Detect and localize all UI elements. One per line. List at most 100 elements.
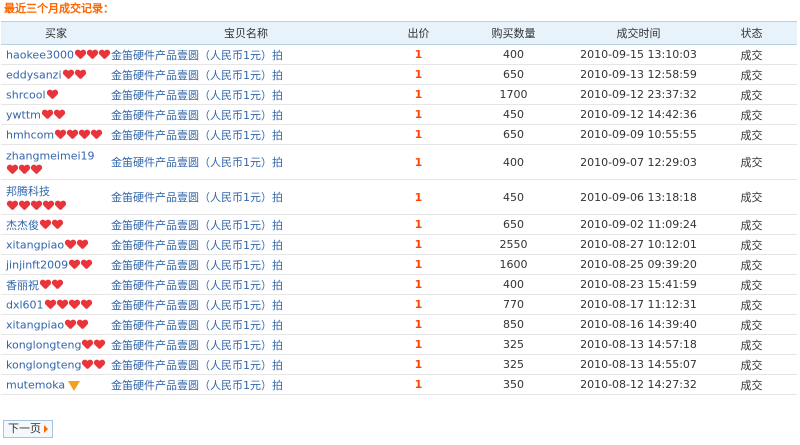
price-value: 1 bbox=[414, 88, 423, 101]
buyer-link[interactable]: haokee3000 bbox=[6, 48, 74, 61]
buyer-link[interactable]: xitangpiao bbox=[6, 318, 64, 331]
item-link[interactable]: 金笛硬件产品壹圆（人民币1元）拍 bbox=[111, 339, 283, 352]
heart-icon bbox=[45, 300, 56, 310]
item-link[interactable]: 金笛硬件产品壹圆（人民币1元）拍 bbox=[111, 109, 283, 122]
buyer-cell: jinjinft2009 bbox=[1, 254, 111, 275]
transaction-time-cell: 2010-09-15 13:10:03 bbox=[571, 44, 706, 65]
item-link[interactable]: 金笛硬件产品壹圆（人民币1元）拍 bbox=[111, 259, 283, 272]
buyer-cell: konglongteng bbox=[1, 354, 111, 375]
price-value: 1 bbox=[414, 48, 423, 61]
buyer-link[interactable]: hmhcom bbox=[6, 128, 54, 141]
item-link[interactable]: 金笛硬件产品壹圆（人民币1元）拍 bbox=[111, 191, 283, 204]
heart-icon bbox=[99, 50, 110, 60]
status-text-cell: 成交 bbox=[706, 314, 797, 335]
item-link[interactable]: 金笛硬件产品壹圆（人民币1元）拍 bbox=[111, 219, 283, 232]
buyer-link[interactable]: mutemoka bbox=[6, 378, 65, 391]
transaction-time: 2010-08-25 09:39:20 bbox=[580, 258, 697, 271]
quantity-value: 2550 bbox=[499, 238, 528, 251]
credit-badges bbox=[74, 50, 110, 60]
buyer-link[interactable]: xitangpiao bbox=[6, 238, 64, 251]
status-text: 成交 bbox=[740, 258, 763, 272]
transaction-time-cell: 2010-09-09 10:55:55 bbox=[571, 124, 706, 145]
item-link[interactable]: 金笛硬件产品壹圆（人民币1元）拍 bbox=[111, 299, 283, 312]
transaction-time-cell: 2010-08-13 14:55:07 bbox=[571, 354, 706, 375]
item-link[interactable]: 金笛硬件产品壹圆（人民币1元）拍 bbox=[111, 49, 283, 62]
buyer-link[interactable]: 香丽祝 bbox=[6, 279, 39, 292]
heart-icon bbox=[55, 130, 66, 140]
price-value-cell: 1 bbox=[381, 294, 456, 315]
item-link[interactable]: 金笛硬件产品壹圆（人民币1元）拍 bbox=[111, 129, 283, 142]
buyer-link[interactable]: konglongteng bbox=[6, 358, 81, 371]
transaction-time: 2010-08-23 15:41:59 bbox=[580, 278, 697, 291]
buyer-cell: xitangpiao bbox=[1, 314, 111, 335]
buyer-link[interactable]: dxl601 bbox=[6, 298, 44, 311]
item-link[interactable]: 金笛硬件产品壹圆（人民币1元）拍 bbox=[111, 319, 283, 332]
transaction-time-cell: 2010-09-06 13:18:18 bbox=[571, 179, 706, 215]
item-link[interactable]: 金笛硬件产品壹圆（人民币1元）拍 bbox=[111, 69, 283, 82]
price-value: 1 bbox=[414, 155, 423, 169]
item-link[interactable]: 金笛硬件产品壹圆（人民币1元）拍 bbox=[111, 359, 283, 372]
buyer-cell: konglongteng bbox=[1, 334, 111, 355]
buyer-link[interactable]: eddysanzi bbox=[6, 68, 62, 81]
quantity-value-cell: 650 bbox=[456, 64, 571, 85]
table-row: mutemoka 金笛硬件产品壹圆（人民币1元）拍 1 350 2010-08-12 1… bbox=[1, 374, 797, 395]
credit-badges bbox=[46, 90, 58, 100]
status-text: 成交 bbox=[740, 358, 763, 372]
item-link[interactable]: 金笛硬件产品壹圆（人民币1元）拍 bbox=[111, 156, 283, 169]
buyer-link[interactable]: jinjinft2009 bbox=[6, 258, 68, 271]
quantity-value: 400 bbox=[503, 48, 524, 61]
transaction-time-cell: 2010-08-25 09:39:20 bbox=[571, 254, 706, 275]
item-cell: 金笛硬件产品壹圆（人民币1元）拍 bbox=[111, 64, 381, 85]
heart-icon bbox=[57, 300, 68, 310]
buyer-cell: 香丽祝 bbox=[1, 274, 111, 295]
heart-icon bbox=[63, 70, 74, 80]
heart-icon bbox=[65, 320, 76, 330]
quantity-value-cell: 325 bbox=[456, 334, 571, 355]
status-text-cell: 成交 bbox=[706, 179, 797, 215]
heart-icon bbox=[52, 220, 63, 230]
status-text: 成交 bbox=[740, 128, 763, 142]
buyer-link[interactable]: 杰杰俊 bbox=[6, 219, 39, 232]
item-link[interactable]: 金笛硬件产品壹圆（人民币1元）拍 bbox=[111, 379, 283, 392]
transaction-time-cell: 2010-08-16 14:39:40 bbox=[571, 314, 706, 335]
item-link[interactable]: 金笛硬件产品壹圆（人民币1元）拍 bbox=[111, 239, 283, 252]
transaction-time: 2010-08-12 14:27:32 bbox=[580, 378, 697, 391]
table-header-row: 买家 宝贝名称 出价 购买数量 成交时间 状态 bbox=[1, 21, 797, 45]
buyer-cell: mutemoka bbox=[1, 374, 111, 395]
quantity-value-cell: 1600 bbox=[456, 254, 571, 275]
table-row: xitangpiao 金笛硬件产品壹圆（人民币1元）拍 1 850 2010-08-16… bbox=[1, 314, 797, 335]
status-text: 成交 bbox=[740, 108, 763, 122]
credit-badges bbox=[39, 220, 63, 230]
transaction-time-cell: 2010-08-12 14:27:32 bbox=[571, 374, 706, 395]
buyer-link[interactable]: konglongteng bbox=[6, 338, 81, 351]
price-value-cell: 1 bbox=[381, 144, 456, 180]
status-text: 成交 bbox=[740, 218, 763, 232]
header-qty: 购买数量 bbox=[456, 21, 571, 45]
quantity-value: 450 bbox=[503, 190, 524, 204]
item-link[interactable]: 金笛硬件产品壹圆（人民币1元）拍 bbox=[111, 89, 283, 102]
price-value-cell: 1 bbox=[381, 334, 456, 355]
transaction-time: 2010-09-13 12:58:59 bbox=[580, 68, 697, 81]
heart-icon bbox=[75, 50, 86, 60]
item-link[interactable]: 金笛硬件产品壹圆（人民币1元）拍 bbox=[111, 279, 283, 292]
next-page-label: 下一页 bbox=[8, 422, 41, 435]
status-text-cell: 成交 bbox=[706, 294, 797, 315]
next-page-button[interactable]: 下一页 bbox=[3, 420, 53, 438]
buyer-link[interactable]: 邦腾科技 bbox=[6, 185, 50, 198]
quantity-value: 850 bbox=[503, 318, 524, 331]
item-cell: 金笛硬件产品壹圆（人民币1元）拍 bbox=[111, 214, 381, 235]
table-row: zhangmeimei19 金笛硬件产品壹圆（人民币1元）拍 1 400 2010-09… bbox=[1, 144, 797, 180]
transaction-time: 2010-08-13 14:55:07 bbox=[580, 358, 697, 371]
item-cell: 金笛硬件产品壹圆（人民币1元）拍 bbox=[111, 104, 381, 125]
buyer-link[interactable]: zhangmeimei19 bbox=[6, 150, 95, 163]
status-text-cell: 成交 bbox=[706, 124, 797, 145]
transaction-time: 2010-09-06 13:18:18 bbox=[580, 190, 697, 204]
quantity-value-cell: 350 bbox=[456, 374, 571, 395]
heart-icon bbox=[75, 70, 86, 80]
quantity-value: 325 bbox=[503, 338, 524, 351]
transaction-time: 2010-09-15 13:10:03 bbox=[580, 48, 697, 61]
buyer-link[interactable]: shrcool bbox=[6, 88, 46, 101]
price-value: 1 bbox=[414, 190, 423, 204]
heart-icon bbox=[81, 260, 92, 270]
buyer-link[interactable]: ywttm bbox=[6, 108, 41, 121]
